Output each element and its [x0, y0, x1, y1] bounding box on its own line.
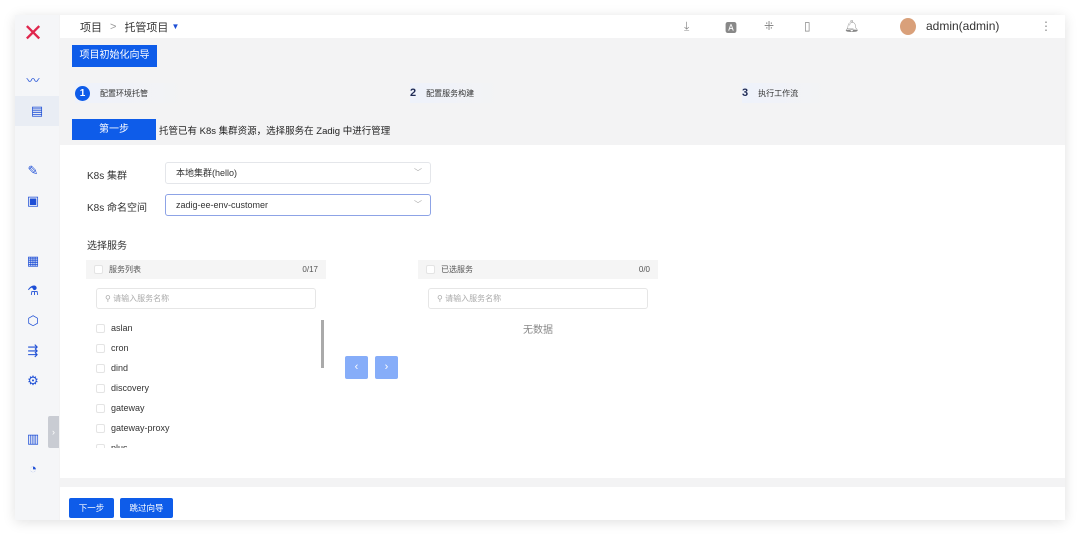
list-item[interactable]: plus	[86, 438, 326, 448]
current-step-badge: 第一步	[72, 119, 156, 140]
package-icon[interactable]: ⬡	[25, 313, 41, 329]
download-icon[interactable]: ⤓	[684, 19, 689, 34]
test-icon[interactable]: ⚗	[25, 283, 41, 299]
move-left-button[interactable]: ‹	[345, 356, 368, 379]
list-item[interactable]: gateway	[86, 398, 326, 418]
chevron-down-icon: ﹀	[414, 200, 422, 209]
docs-icon[interactable]: ▯	[804, 19, 811, 33]
search-placeholder: 请输入服务名称	[113, 294, 170, 303]
step-number: 1	[75, 85, 90, 101]
checkbox[interactable]	[96, 323, 105, 333]
step-2: 2 配置服务构建	[410, 83, 500, 103]
step-label: 配置服务构建	[426, 88, 475, 98]
panel-title: 服务列表	[109, 265, 141, 274]
service-items[interactable]: aslan cron dind discovery gateway gatewa…	[86, 318, 326, 448]
selected-search-input[interactable]: ⚲ 请输入服务名称	[428, 288, 648, 309]
namespace-select[interactable]: zadig-ee-env-customer ﹀	[165, 194, 431, 216]
item-label: gateway	[111, 403, 145, 413]
breadcrumb-separator: >	[110, 20, 117, 33]
list-item[interactable]: cron	[86, 338, 326, 358]
footer-bar: 下一步 跳过向导	[60, 487, 1065, 520]
top-header: 项目 > 托管项目 ▼ ⤓ 🅰 ⁜ ▯ 🔔︎ admin(admin) ⋮	[60, 15, 1065, 38]
panel-count: 0/0	[638, 265, 650, 274]
step-number: 2	[410, 87, 417, 99]
item-label: gateway-proxy	[111, 423, 170, 433]
move-right-button[interactable]: ›	[375, 356, 398, 379]
caret-down-icon[interactable]: ▼	[171, 22, 179, 31]
panel-count: 0/17	[302, 265, 318, 274]
checkbox[interactable]	[96, 343, 105, 353]
step-description: 托管已有 K8s 集群资源，选择服务在 Zadig 中进行管理	[159, 126, 391, 137]
item-label: discovery	[111, 383, 150, 393]
dashboard-icon[interactable]: ▥	[25, 431, 41, 447]
report-icon[interactable]: ▦	[25, 253, 41, 269]
list-item[interactable]: gateway-proxy	[86, 418, 326, 438]
monitor-icon[interactable]: 〰	[25, 73, 41, 89]
next-button[interactable]: 下一步	[69, 498, 114, 518]
item-label: cron	[111, 343, 129, 353]
project-icon[interactable]: ▤	[15, 96, 59, 126]
item-label: dind	[111, 363, 129, 373]
checkbox[interactable]	[96, 383, 105, 393]
panel-title: 已选服务	[441, 265, 473, 274]
step-3: 3 执行工作流	[742, 83, 827, 103]
checkbox[interactable]	[96, 403, 105, 413]
step-number: 3	[742, 87, 749, 99]
step-label: 执行工作流	[758, 88, 799, 98]
sidebar-expand-handle[interactable]: ›	[48, 416, 59, 448]
service-list-panel: 服务列表 0/17 ⚲ 请输入服务名称 aslan cron dind disc…	[86, 260, 326, 448]
panel-header: 已选服务 0/0	[418, 260, 658, 279]
list-item[interactable]: dind	[86, 358, 326, 378]
edit-icon[interactable]: ✎	[25, 163, 41, 179]
step-1: 1 配置环境托管	[75, 83, 185, 103]
avatar[interactable]	[900, 18, 916, 35]
more-icon[interactable]: ⋮	[1040, 19, 1052, 33]
checkbox[interactable]	[96, 423, 105, 433]
select-all-checkbox[interactable]	[426, 265, 435, 274]
user-name[interactable]: admin(admin)	[926, 19, 999, 33]
service-search-input[interactable]: ⚲ 请输入服务名称	[96, 288, 316, 309]
guide-title: 项目初始化向导	[72, 45, 157, 67]
sidebar: ✕ 〰 ▤ ✎ ▣ ▦ ⚗ ⬡ ⇶ ⚙ ▥ ◔ ›	[15, 15, 59, 520]
breadcrumb-current[interactable]: 托管项目	[124, 19, 168, 35]
select-services-label: 选择服务	[87, 241, 127, 252]
app-window: ✕ 〰 ▤ ✎ ▣ ▦ ⚗ ⬡ ⇶ ⚙ ▥ ◔ › 项目 > 托管项目 ▼ ⤓ …	[15, 15, 1065, 520]
chevron-down-icon: ﹀	[414, 168, 422, 177]
bell-icon[interactable]: 🔔︎	[844, 19, 859, 33]
namespace-label: K8s 命名空间	[87, 203, 148, 214]
scrollbar[interactable]	[321, 320, 324, 368]
checkbox[interactable]	[96, 363, 105, 373]
checkbox[interactable]	[96, 443, 105, 448]
pipeline-icon[interactable]: ⇶	[25, 343, 41, 359]
step-label: 配置环境托管	[100, 88, 148, 98]
empty-state: 无数据	[523, 325, 553, 336]
settings-icon[interactable]: ⚙	[25, 373, 41, 389]
deploy-icon[interactable]: ▣	[25, 193, 41, 209]
list-item[interactable]: aslan	[86, 318, 326, 338]
list-item[interactable]: discovery	[86, 378, 326, 398]
search-placeholder: 请输入服务名称	[445, 294, 502, 303]
skip-guide-button[interactable]: 跳过向导	[120, 498, 173, 518]
panel-header: 服务列表 0/17	[86, 260, 326, 279]
zadig-logo[interactable]: ✕	[23, 19, 43, 48]
cluster-label: K8s 集群	[87, 171, 128, 182]
selected-services-panel: 已选服务 0/0 ⚲ 请输入服务名称 无数据	[418, 260, 658, 448]
pie-chart-icon[interactable]: ◔	[25, 461, 41, 477]
item-label: plus	[111, 443, 128, 448]
select-all-checkbox[interactable]	[94, 265, 103, 274]
item-label: aslan	[111, 323, 133, 333]
cluster-icon[interactable]: ⁜	[764, 19, 774, 33]
cluster-value: 本地集群(hello)	[176, 168, 238, 178]
breadcrumb-projects[interactable]: 项目	[80, 19, 102, 35]
namespace-value: zadig-ee-env-customer	[176, 200, 269, 210]
translate-icon[interactable]: 🅰	[725, 19, 737, 36]
cluster-select[interactable]: 本地集群(hello) ﹀	[165, 162, 431, 184]
